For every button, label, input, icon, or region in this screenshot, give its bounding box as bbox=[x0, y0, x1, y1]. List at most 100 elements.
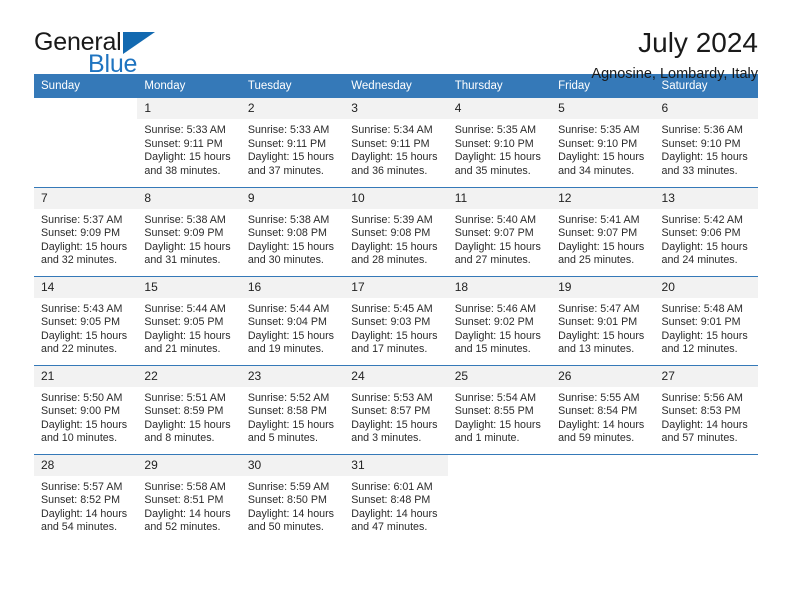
calendar-day-cell[interactable]: 27 Sunrise: 5:56 AM Sunset: 8:53 PM Dayligh… bbox=[654, 364, 758, 454]
day-number: 18 bbox=[447, 276, 552, 298]
daylight-text-line2: and 1 minute. bbox=[454, 432, 520, 444]
calendar-day-cell[interactable]: 23 Sunrise: 5:52 AM Sunset: 8:58 PM Dayligh… bbox=[240, 364, 345, 454]
day-number: 6 bbox=[654, 98, 758, 119]
calendar-day-cell[interactable]: 5 Sunrise: 5:35 AM Sunset: 9:10 PM Daylight… bbox=[551, 98, 655, 187]
calendar-day-cell[interactable]: 29 Sunrise: 5:58 AM Sunset: 8:51 PM Dayligh… bbox=[137, 453, 241, 543]
day-details: Sunrise: 5:57 AM Sunset: 8:52 PM Daylight:… bbox=[34, 476, 137, 535]
day-number: 8 bbox=[137, 187, 241, 209]
day-details: Sunrise: 5:39 AM Sunset: 9:08 PM Daylight:… bbox=[344, 209, 447, 268]
day-details: Sunrise: 5:46 AM Sunset: 9:02 PM Daylight:… bbox=[448, 298, 551, 357]
calendar-day-cell[interactable]: 18 Sunrise: 5:46 AM Sunset: 9:02 PM Dayligh… bbox=[447, 275, 552, 365]
day-details: Sunrise: 5:45 AM Sunset: 9:03 PM Daylight:… bbox=[344, 298, 447, 357]
sunset-text: Sunset: 9:01 PM bbox=[661, 316, 741, 328]
calendar-day-cell[interactable]: 8 Sunrise: 5:38 AM Sunset: 9:09 PM Daylight… bbox=[137, 186, 241, 276]
calendar-week-row: 14 Sunrise: 5:43 AM Sunset: 9:05 PM Dayligh… bbox=[34, 275, 758, 365]
daylight-text-line2: and 24 minutes. bbox=[661, 254, 738, 266]
calendar-day-cell[interactable]: 14 Sunrise: 5:43 AM Sunset: 9:05 PM Dayligh… bbox=[34, 275, 138, 365]
daylight-text-line1: Daylight: 15 hours bbox=[351, 240, 438, 253]
daylight-text-line2: and 28 minutes. bbox=[351, 254, 428, 266]
calendar-day-cell[interactable]: 11 Sunrise: 5:40 AM Sunset: 9:07 PM Dayligh… bbox=[447, 186, 552, 276]
sunset-text: Sunset: 9:05 PM bbox=[41, 316, 121, 328]
day-details: Sunrise: 5:52 AM Sunset: 8:58 PM Daylight:… bbox=[241, 387, 344, 446]
sunrise-text: Sunrise: 5:41 AM bbox=[558, 213, 640, 226]
daylight-text-line2: and 5 minutes. bbox=[247, 432, 318, 444]
calendar-day-cell[interactable]: 2 Sunrise: 5:33 AM Sunset: 9:11 PM Daylight… bbox=[240, 98, 345, 187]
day-details: Sunrise: 5:36 AM Sunset: 9:10 PM Daylight:… bbox=[655, 119, 758, 178]
weekday-header-tuesday: Tuesday bbox=[240, 74, 345, 98]
calendar-body: 1 Sunrise: 5:33 AM Sunset: 9:11 PM Daylight… bbox=[34, 98, 758, 543]
sunrise-text: Sunrise: 5:50 AM bbox=[41, 391, 123, 404]
calendar-day-cell[interactable]: 7 Sunrise: 5:37 AM Sunset: 9:09 PM Daylight… bbox=[34, 186, 138, 276]
day-number: 24 bbox=[344, 365, 448, 387]
calendar-day-cell[interactable]: 13 Sunrise: 5:42 AM Sunset: 9:06 PM Dayligh… bbox=[654, 186, 758, 276]
calendar-day-cell[interactable]: 20 Sunrise: 5:48 AM Sunset: 9:01 PM Dayligh… bbox=[654, 275, 758, 365]
day-details: Sunrise: 5:58 AM Sunset: 8:51 PM Daylight:… bbox=[137, 476, 240, 535]
sunset-text: Sunset: 9:05 PM bbox=[144, 316, 224, 328]
sunset-text: Sunset: 9:07 PM bbox=[558, 227, 638, 239]
day-details: Sunrise: 5:40 AM Sunset: 9:07 PM Daylight:… bbox=[448, 209, 551, 268]
calendar-day-cell[interactable]: 28 Sunrise: 5:57 AM Sunset: 8:52 PM Dayligh… bbox=[34, 453, 138, 543]
day-number: 30 bbox=[240, 454, 345, 476]
calendar-day-cell[interactable]: 31 Sunrise: 6:01 AM Sunset: 8:48 PM Dayligh… bbox=[344, 453, 448, 543]
sunrise-text: Sunrise: 5:46 AM bbox=[454, 302, 537, 315]
sunset-text: Sunset: 9:11 PM bbox=[144, 137, 223, 150]
calendar-day-cell[interactable]: 19 Sunrise: 5:47 AM Sunset: 9:01 PM Dayligh… bbox=[551, 275, 655, 365]
sunrise-text: Sunrise: 5:43 AM bbox=[41, 302, 123, 315]
calendar-day-cell[interactable]: 1 Sunrise: 5:33 AM Sunset: 9:11 PM Daylight… bbox=[137, 98, 241, 187]
day-number: 4 bbox=[447, 98, 552, 119]
calendar-day-cell[interactable]: 25 Sunrise: 5:54 AM Sunset: 8:55 PM Dayligh… bbox=[447, 364, 552, 454]
calendar-day-cell[interactable]: 10 Sunrise: 5:39 AM Sunset: 9:08 PM Dayligh… bbox=[344, 186, 448, 276]
calendar-day-cell-empty bbox=[34, 98, 137, 187]
general-blue-logo[interactable]: General Blue bbox=[34, 28, 164, 80]
sunset-text: Sunset: 8:58 PM bbox=[247, 405, 327, 417]
calendar-day-cell[interactable]: 17 Sunrise: 5:45 AM Sunset: 9:03 PM Dayligh… bbox=[344, 275, 448, 365]
sunrise-text: Sunrise: 5:35 AM bbox=[454, 124, 537, 136]
calendar-day-cell[interactable]: 24 Sunrise: 5:53 AM Sunset: 8:57 PM Dayligh… bbox=[344, 364, 448, 454]
daylight-text-line2: and 22 minutes. bbox=[41, 343, 118, 355]
calendar-day-cell[interactable]: 15 Sunrise: 5:44 AM Sunset: 9:05 PM Dayligh… bbox=[137, 275, 241, 365]
day-number bbox=[34, 98, 137, 119]
sunrise-text: Sunrise: 5:52 AM bbox=[247, 391, 330, 404]
calendar-day-cell[interactable]: 12 Sunrise: 5:41 AM Sunset: 9:07 PM Dayligh… bbox=[551, 186, 655, 276]
sunrise-text: Sunrise: 5:53 AM bbox=[351, 391, 433, 404]
daylight-text-line2: and 33 minutes. bbox=[661, 164, 738, 177]
daylight-text-line1: Daylight: 15 hours bbox=[351, 329, 438, 342]
sunrise-text: Sunrise: 5:47 AM bbox=[558, 302, 640, 315]
calendar-day-cell[interactable]: 22 Sunrise: 5:51 AM Sunset: 8:59 PM Dayligh… bbox=[137, 364, 241, 454]
daylight-text-line2: and 50 minutes. bbox=[247, 521, 324, 533]
calendar-table: Sunday Monday Tuesday Wednesday Thursday… bbox=[34, 74, 758, 543]
day-details: Sunrise: 5:43 AM Sunset: 9:05 PM Daylight:… bbox=[34, 298, 137, 357]
daylight-text-line1: Daylight: 15 hours bbox=[661, 240, 748, 253]
daylight-text-line2: and 19 minutes. bbox=[247, 343, 324, 355]
day-details: Sunrise: 5:35 AM Sunset: 9:10 PM Daylight:… bbox=[551, 119, 654, 178]
daylight-text-line2: and 36 minutes. bbox=[351, 164, 428, 177]
daylight-text-line2: and 17 minutes. bbox=[351, 343, 428, 355]
daylight-text-line2: and 59 minutes. bbox=[558, 432, 635, 444]
sunset-text: Sunset: 8:57 PM bbox=[351, 405, 431, 417]
sunset-text: Sunset: 9:11 PM bbox=[247, 137, 327, 150]
calendar-day-cell[interactable]: 6 Sunrise: 5:36 AM Sunset: 9:10 PM Daylight… bbox=[654, 98, 758, 187]
daylight-text-line2: and 32 minutes. bbox=[41, 254, 118, 266]
calendar-day-cell[interactable]: 21 Sunrise: 5:50 AM Sunset: 9:00 PM Dayligh… bbox=[34, 364, 138, 454]
day-details: Sunrise: 5:50 AM Sunset: 9:00 PM Daylight:… bbox=[34, 387, 137, 446]
calendar-day-cell[interactable]: 16 Sunrise: 5:44 AM Sunset: 9:04 PM Dayligh… bbox=[240, 275, 345, 365]
day-details: Sunrise: 5:33 AM Sunset: 9:11 PM Daylight:… bbox=[137, 119, 240, 178]
day-number bbox=[448, 455, 551, 476]
calendar-day-cell[interactable]: 9 Sunrise: 5:38 AM Sunset: 9:08 PM Daylight… bbox=[240, 186, 345, 276]
calendar-day-cell[interactable]: 26 Sunrise: 5:55 AM Sunset: 8:54 PM Dayligh… bbox=[551, 364, 655, 454]
sunset-text: Sunset: 9:09 PM bbox=[144, 227, 224, 239]
daylight-text-line2: and 12 minutes. bbox=[661, 343, 738, 355]
calendar-day-cell[interactable]: 3 Sunrise: 5:34 AM Sunset: 9:11 PM Daylight… bbox=[344, 98, 448, 187]
sunset-text: Sunset: 8:51 PM bbox=[144, 494, 224, 506]
sunrise-text: Sunrise: 5:39 AM bbox=[351, 213, 433, 226]
day-number: 17 bbox=[344, 276, 448, 298]
title-block: July 2024 Agnosine, Lombardy, Italy bbox=[591, 28, 758, 83]
day-details: Sunrise: 5:38 AM Sunset: 9:09 PM Daylight:… bbox=[137, 209, 240, 268]
calendar-day-cell[interactable]: 4 Sunrise: 5:35 AM Sunset: 9:10 PM Daylight… bbox=[447, 98, 552, 187]
daylight-text-line2: and 34 minutes. bbox=[558, 164, 635, 177]
day-number: 15 bbox=[137, 276, 241, 298]
daylight-text-line1: Daylight: 14 hours bbox=[247, 507, 334, 520]
daylight-text-line1: Daylight: 15 hours bbox=[351, 418, 438, 431]
calendar-day-cell[interactable]: 30 Sunrise: 5:59 AM Sunset: 8:50 PM Dayligh… bbox=[240, 453, 345, 543]
sunset-text: Sunset: 9:07 PM bbox=[454, 227, 534, 239]
